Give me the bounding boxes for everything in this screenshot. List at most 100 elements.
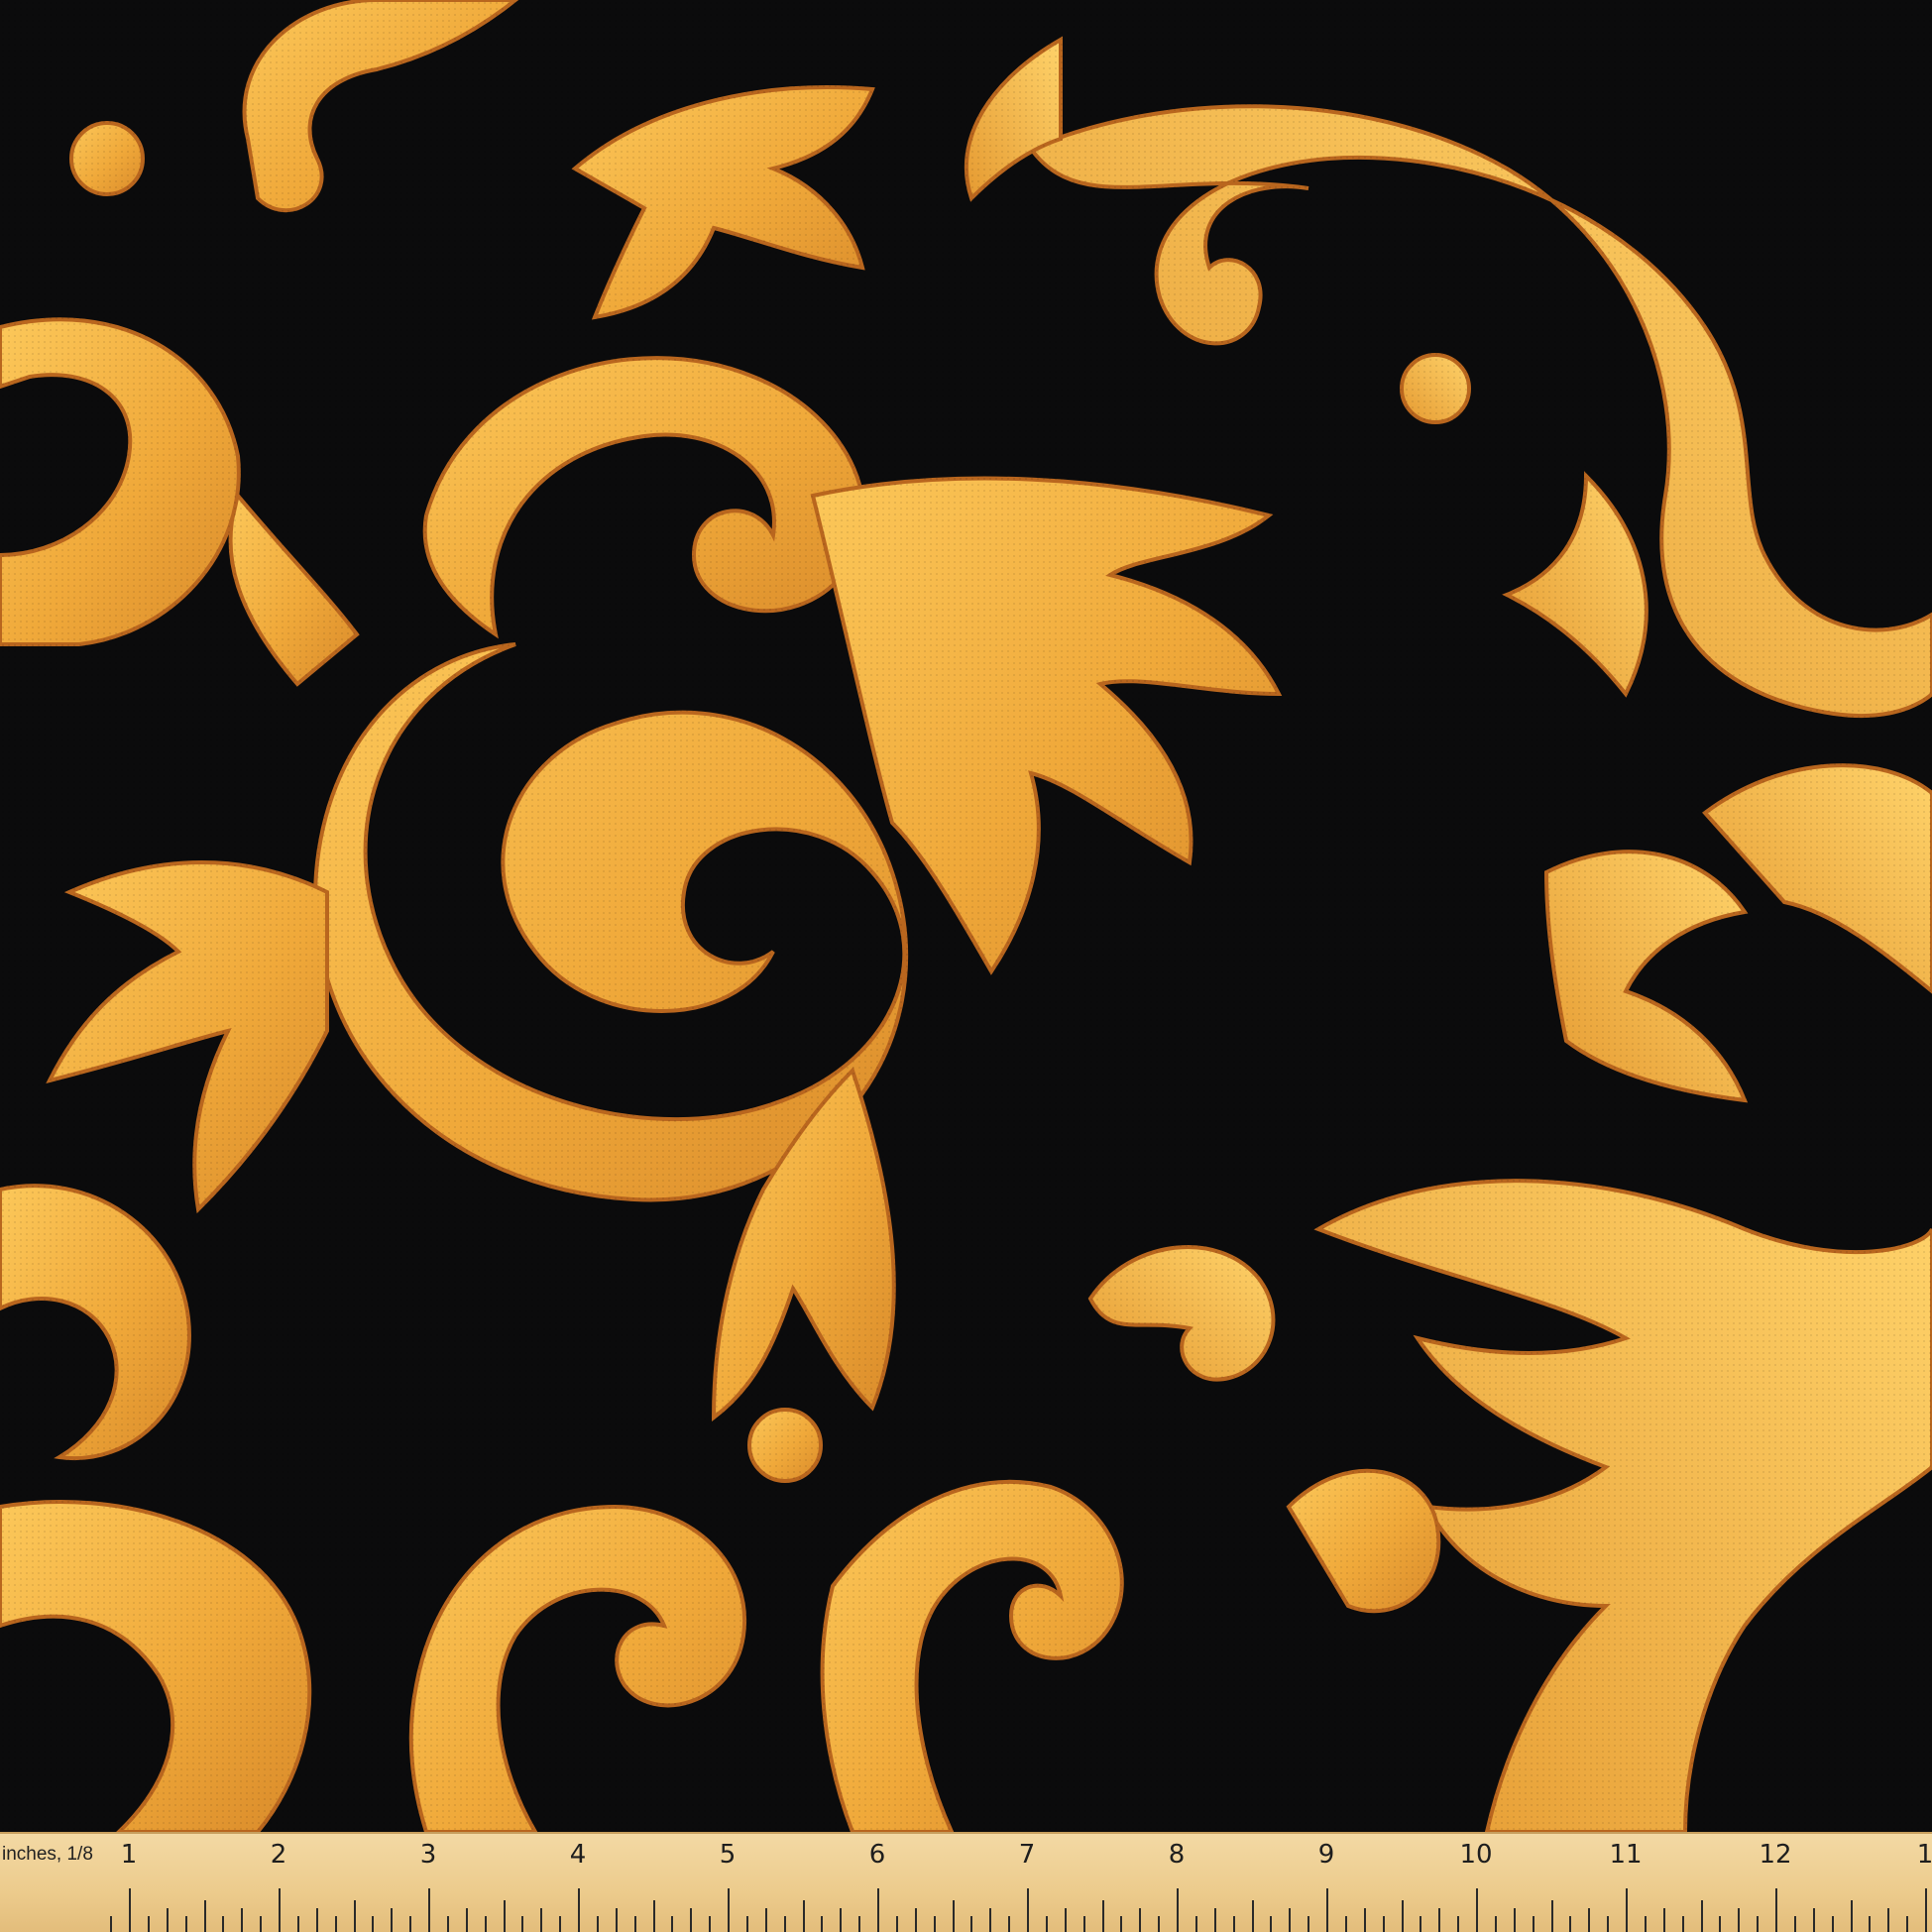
ruler-tick — [559, 1916, 562, 1932]
ruler-number: 4 — [569, 1840, 587, 1870]
ruler-tick — [1307, 1916, 1310, 1932]
ruler-tick — [1775, 1888, 1777, 1932]
ruler-tick — [1887, 1908, 1890, 1932]
ruler-tick — [296, 1916, 299, 1932]
ruler-tick — [1251, 1900, 1254, 1932]
ruler-tick — [690, 1908, 693, 1932]
ruler-tick — [1494, 1916, 1497, 1932]
ruler-tick — [952, 1900, 955, 1932]
ruler-tick — [184, 1916, 187, 1932]
ruler-unit-label: inches, 1/8 — [2, 1844, 93, 1865]
ruler-tick — [1626, 1888, 1628, 1932]
ruler-tick — [428, 1888, 430, 1932]
ruler-tick — [1550, 1900, 1553, 1932]
ruler-tick — [521, 1916, 524, 1932]
ruler-tick — [203, 1900, 206, 1932]
ruler-tick — [728, 1888, 730, 1932]
ruler-tick — [709, 1916, 712, 1932]
ruler-tick — [241, 1908, 244, 1932]
ruler-tick — [166, 1908, 169, 1932]
ruler-tick — [1326, 1888, 1328, 1932]
ruler-tick — [633, 1916, 636, 1932]
ruler-tick — [802, 1900, 805, 1932]
ruler-tick — [596, 1916, 599, 1932]
ruler-tick — [970, 1916, 973, 1932]
ruler-tick — [1738, 1908, 1741, 1932]
ruler-number: 2 — [270, 1840, 287, 1870]
ruler-tick — [1363, 1908, 1366, 1932]
ruler-tick — [1082, 1916, 1085, 1932]
ruler-tick — [615, 1908, 618, 1932]
ruler-tick — [1662, 1908, 1665, 1932]
ruler-tick — [821, 1916, 824, 1932]
measurement-ruler: inches, 1/8 1 2 3 4 5 6 7 8 9 10 11 12 1 — [0, 1832, 1932, 1932]
ruler-number: 1 — [120, 1840, 138, 1870]
ruler-number: 10 — [1459, 1840, 1493, 1870]
ruler-tick — [1420, 1916, 1422, 1932]
ruler-tick — [578, 1888, 580, 1932]
ruler-tick — [1008, 1916, 1011, 1932]
ruler-tick — [1438, 1908, 1441, 1932]
ruler-tick — [1270, 1916, 1273, 1932]
ruler-tick — [353, 1900, 356, 1932]
ruler-tick — [1476, 1888, 1478, 1932]
ruler-tick — [1831, 1916, 1834, 1932]
ruler-tick — [334, 1916, 337, 1932]
ruler-tick — [1232, 1916, 1235, 1932]
ruler-tick — [1757, 1916, 1760, 1932]
ruler-tick — [1177, 1888, 1179, 1932]
ruler-tick — [1532, 1916, 1534, 1932]
ruler-tick — [1101, 1900, 1104, 1932]
ruler-tick — [465, 1908, 468, 1932]
ruler-number: 1 — [1916, 1840, 1932, 1870]
ruler-tick — [783, 1916, 786, 1932]
weave-texture — [0, 0, 1932, 1832]
ruler-tick — [1644, 1916, 1647, 1932]
ruler-tick — [391, 1908, 394, 1932]
ruler-tick — [1213, 1908, 1216, 1932]
ruler-tick — [1569, 1916, 1572, 1932]
ruler-tick — [446, 1916, 449, 1932]
ruler-tick — [1045, 1916, 1048, 1932]
ruler-tick — [858, 1916, 861, 1932]
ruler-tick — [222, 1916, 225, 1932]
ruler-number: 5 — [719, 1840, 737, 1870]
ruler-tick — [671, 1916, 674, 1932]
ruler-tick — [1289, 1908, 1292, 1932]
ruler-tick — [914, 1908, 917, 1932]
ruler-tick — [895, 1916, 898, 1932]
ruler-tick — [1064, 1908, 1067, 1932]
ruler-tick — [503, 1900, 506, 1932]
ruler-tick — [745, 1916, 748, 1932]
fabric-pattern — [0, 0, 1932, 1932]
ruler-tick — [1793, 1916, 1796, 1932]
ruler-tick — [1194, 1916, 1197, 1932]
ruler-tick — [147, 1916, 150, 1932]
ruler-tick — [877, 1888, 879, 1932]
ruler-tick — [764, 1908, 767, 1932]
ruler-tick — [1850, 1900, 1853, 1932]
ruler-tick — [1906, 1916, 1909, 1932]
ruler-tick — [1158, 1916, 1161, 1932]
ruler-tick — [1457, 1916, 1460, 1932]
ruler-tick — [1700, 1900, 1703, 1932]
ruler-number: 3 — [419, 1840, 437, 1870]
ruler-tick — [1869, 1916, 1872, 1932]
ruler-tick — [110, 1916, 113, 1932]
ruler-tick — [540, 1908, 543, 1932]
ruler-number: 11 — [1609, 1840, 1643, 1870]
ruler-number: 8 — [1168, 1840, 1186, 1870]
ruler-number: 12 — [1759, 1840, 1792, 1870]
ruler-tick — [1344, 1916, 1347, 1932]
ruler-tick — [409, 1916, 412, 1932]
ruler-tick — [1401, 1900, 1404, 1932]
ruler-tick — [840, 1908, 843, 1932]
ruler-tick — [1812, 1908, 1815, 1932]
ruler-number: 6 — [868, 1840, 886, 1870]
ruler-number: 9 — [1317, 1840, 1335, 1870]
ruler-tick — [989, 1908, 992, 1932]
ruler-number: 7 — [1018, 1840, 1036, 1870]
ruler-tick — [652, 1900, 655, 1932]
ruler-tick — [1139, 1908, 1142, 1932]
ruler-tick — [315, 1908, 318, 1932]
